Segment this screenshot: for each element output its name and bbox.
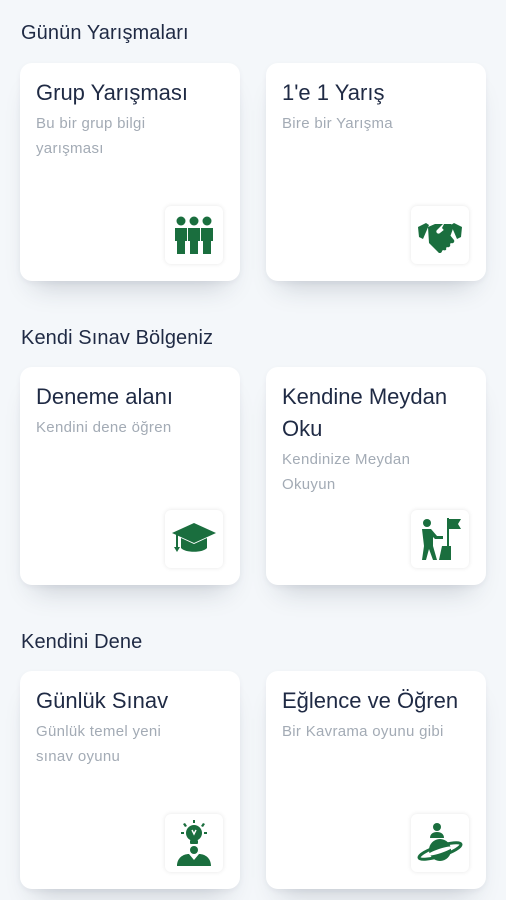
idea-person-icon — [165, 814, 223, 872]
card-title: Grup Yarışması — [36, 80, 189, 105]
card-trial-area[interactable]: Deneme alanı Kendini dene öğren — [20, 367, 240, 585]
planet-person-icon — [411, 814, 469, 872]
card-challenge-yourself[interactable]: Kendine Meydan Oku Kendinize Meydan Okuy… — [266, 367, 486, 585]
card-title: Deneme alanı — [36, 384, 173, 409]
card-title: Kendine Meydan Oku — [282, 384, 448, 441]
card-subtitle: Kendini dene öğren — [36, 419, 172, 436]
card-fun-and-learn[interactable]: Eğlence ve Öğren Bir Kavrama oyunu gibi — [266, 671, 486, 889]
card-group-contest[interactable]: Grup Yarışması Bu bir grup bilgi yarışma… — [20, 63, 240, 281]
handshake-icon — [411, 206, 469, 264]
section-title-exam-zone: Kendi Sınav Bölgeniz — [21, 327, 214, 349]
card-daily-exam[interactable]: Günlük Sınav Günlük temel yeni sınav oyu… — [20, 671, 240, 889]
card-subtitle: Bire bir Yarışma — [282, 115, 393, 132]
group-people-icon — [165, 206, 223, 264]
card-subtitle: Günlük temel yeni sınav oyunu — [36, 723, 162, 765]
card-title: Günlük Sınav — [36, 688, 169, 713]
card-title: Eğlence ve Öğren — [282, 688, 459, 713]
card-subtitle: Kendinize Meydan Okuyun — [282, 451, 411, 493]
section-title-try-yourself: Kendini Dene — [21, 631, 143, 653]
card-one-on-one[interactable]: 1'e 1 Yarış Bire bir Yarışma — [266, 63, 486, 281]
flag-climb-icon — [411, 510, 469, 568]
app-screen: Günün Yarışmaları Grup Yarışması Bu bir … — [0, 0, 506, 900]
graduation-cap-icon — [165, 510, 223, 568]
section-title-daily-contests: Günün Yarışmaları — [21, 22, 189, 44]
card-subtitle: Bir Kavrama oyunu gibi — [282, 723, 444, 740]
card-subtitle: Bu bir grup bilgi yarışması — [36, 115, 146, 157]
card-title: 1'e 1 Yarış — [282, 80, 385, 105]
